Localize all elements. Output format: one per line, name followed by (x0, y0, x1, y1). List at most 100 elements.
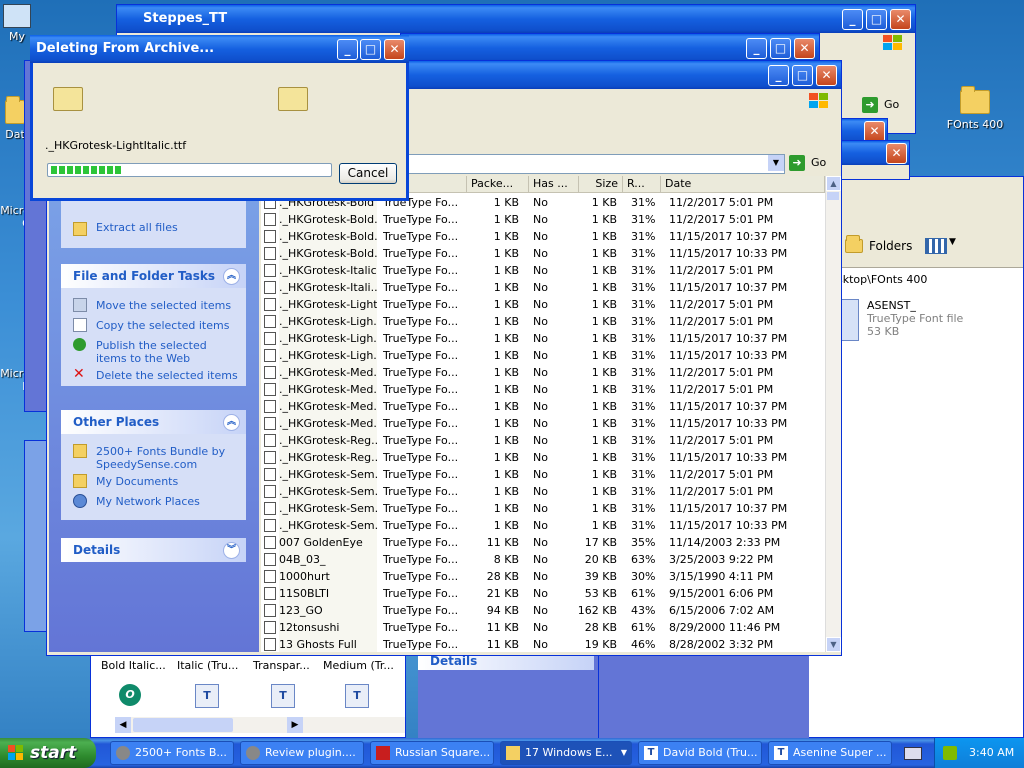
file-folder-tasks-header[interactable]: File and Folder Tasks ︽ (61, 264, 246, 288)
scroll-left-button[interactable]: ◀ (115, 717, 131, 733)
title-bar[interactable]: ✕ (839, 141, 909, 165)
minimize-button[interactable]: _ (337, 39, 358, 60)
table-row[interactable]: ._HKGrotesk-Med... TrueType Fo... 1 KB No 1 … (261, 398, 825, 415)
network-status-icon[interactable] (943, 746, 957, 760)
horizontal-scrollbar[interactable]: ◀ ▶ (115, 717, 405, 733)
table-row[interactable]: ._HKGrotesk-Sem... TrueType Fo... 1 KB No 1 … (261, 500, 825, 517)
column-ratio[interactable]: R... (623, 176, 661, 192)
table-row[interactable]: ._HKGrotesk-Light TrueType Fo... 1 KB No 1 K… (261, 296, 825, 313)
table-row[interactable]: 123_GO TrueType Fo... 94 KB No 162 KB 43% 6/15… (261, 602, 825, 619)
close-button[interactable]: ✕ (384, 39, 405, 60)
packed-size: 11 KB (486, 536, 519, 549)
table-row[interactable]: ._HKGrotesk-Reg... TrueType Fo... 1 KB No 1 … (261, 432, 825, 449)
table-row[interactable]: ._HKGrotesk-Bold... TrueType Fo... 1 KB No 1… (261, 245, 825, 262)
cancel-button[interactable]: Cancel (339, 163, 397, 184)
font-item-0[interactable]: Bold Italic... O (101, 659, 171, 706)
table-row[interactable]: ._HKGrotesk-Bold... TrueType Fo... 1 KB No 1… (261, 211, 825, 228)
table-row[interactable]: 11S0BLTI TrueType Fo... 21 KB No 53 KB 61% 9/1… (261, 585, 825, 602)
close-button[interactable]: ✕ (890, 9, 911, 30)
file-type: TrueType Fo... (383, 247, 459, 260)
address-dropdown-button[interactable]: ▼ (768, 155, 784, 171)
minimize-button[interactable]: _ (842, 9, 863, 30)
table-row[interactable]: ._HKGrotesk-Sem... TrueType Fo... 1 KB No 1 … (261, 466, 825, 483)
table-row[interactable]: 007 GoldenEye TrueType Fo... 11 KB No 17 KB 3… (261, 534, 825, 551)
file-date: 6/15/2006 7:02 AM (669, 604, 775, 617)
column-has-password[interactable]: Has ... (529, 176, 579, 192)
column-packed[interactable]: Packe... (467, 176, 529, 192)
font-item-3[interactable]: Medium (Tr... T (323, 659, 403, 708)
collapse-icon[interactable]: ︽ (223, 414, 240, 431)
collapse-icon[interactable]: ︽ (223, 268, 240, 285)
file-item-asenst[interactable]: ASENST_ TrueType Font file 53 KB (839, 295, 1019, 345)
has-password: No (533, 196, 548, 209)
go-button-back[interactable]: ➜ Go (862, 96, 906, 114)
vertical-scrollbar[interactable]: ▲ ▼ (825, 176, 841, 652)
title-bar[interactable]: Steppes_TT _ □ ✕ (117, 5, 915, 33)
table-row[interactable]: 1000hurt TrueType Fo... 28 KB No 39 KB 30% 3/1… (261, 568, 825, 585)
table-row[interactable]: ._HKGrotesk-Italic TrueType Fo... 1 KB No 1 … (261, 262, 825, 279)
clock[interactable]: 3:40 AM (969, 746, 1014, 759)
network-icon (73, 494, 87, 508)
details-header[interactable]: Details ︾ (61, 538, 246, 562)
other-places-header[interactable]: Other Places ︽ (61, 410, 246, 434)
start-button[interactable]: start (0, 738, 96, 768)
table-row[interactable]: ._HKGrotesk-Ligh... TrueType Fo... 1 KB No 1… (261, 313, 825, 330)
table-row[interactable]: ._HKGrotesk-Ligh... TrueType Fo... 1 KB No 1… (261, 347, 825, 364)
has-password: No (533, 536, 548, 549)
close-button[interactable]: ✕ (816, 65, 837, 86)
table-row[interactable]: 12tonsushi TrueType Fo... 11 KB No 28 KB 61% 8… (261, 619, 825, 636)
close-button[interactable]: ✕ (794, 38, 815, 59)
scroll-up-button[interactable]: ▲ (826, 176, 841, 191)
desktop-icon-fonts-400[interactable]: FOnts 400 (940, 86, 1010, 131)
table-row[interactable]: ._HKGrotesk-Bold... TrueType Fo... 1 KB No 1… (261, 228, 825, 245)
destination-folder-icon (278, 87, 308, 111)
close-button[interactable]: ✕ (864, 121, 885, 142)
title-bar[interactable]: _ □ ✕ (401, 34, 819, 62)
table-row[interactable]: ._HKGrotesk-Sem... TrueType Fo... 1 KB No 1 … (261, 483, 825, 500)
table-row[interactable]: ._HKGrotesk-Sem... TrueType Fo... 1 KB No 1 … (261, 517, 825, 534)
table-row[interactable]: ._HKGrotesk-Ligh... TrueType Fo... 1 KB No 1… (261, 330, 825, 347)
keyboard-icon[interactable] (904, 747, 922, 760)
taskbar-item-fonts-bundle[interactable]: 2500+ Fonts B... (110, 741, 234, 765)
views-button[interactable]: ▼ (923, 235, 957, 257)
table-row[interactable]: 13 Ghosts Full TrueType Fo... 11 KB No 19 KB… (261, 636, 825, 652)
folders-button[interactable]: Folders (843, 235, 913, 257)
table-row[interactable]: ._HKGrotesk-Med... TrueType Fo... 1 KB No 1 … (261, 415, 825, 432)
taskbar-item-windows-explorer[interactable]: 17 Windows E... ▼ (500, 741, 632, 765)
dialog-title-bar[interactable]: Deleting From Archive... _ □ ✕ (30, 35, 409, 63)
table-row[interactable]: ._HKGrotesk-Med... TrueType Fo... 1 KB No 1 … (261, 364, 825, 381)
font-icon: T (271, 684, 295, 708)
window-explorer-4[interactable]: ✕ (838, 140, 910, 180)
progress-segment (83, 166, 89, 174)
scroll-thumb[interactable] (827, 192, 839, 200)
scroll-down-button[interactable]: ▼ (826, 637, 841, 652)
minimize-button[interactable]: _ (768, 65, 789, 86)
maximize-button[interactable]: □ (792, 65, 813, 86)
maximize-button[interactable]: □ (770, 38, 791, 59)
deleting-dialog[interactable]: Deleting From Archive... _ □ ✕ ._HKGrote… (30, 35, 409, 201)
go-button[interactable]: ➜ Go (789, 154, 833, 172)
minimize-button[interactable]: _ (746, 38, 767, 59)
scroll-right-button[interactable]: ▶ (287, 717, 303, 733)
close-button[interactable]: ✕ (886, 143, 907, 164)
table-row[interactable]: ._HKGrotesk-Itali... TrueType Fo... 1 KB No… (261, 279, 825, 296)
window-font-preview[interactable]: Bold Italic... O Italic (Tru... T Transp… (90, 650, 406, 738)
font-item-2[interactable]: Transpar... T (253, 659, 323, 708)
scroll-thumb[interactable] (133, 718, 233, 732)
taskbar-item-review-plugin[interactable]: Review plugin.... (240, 741, 364, 765)
column-date[interactable]: Date (661, 176, 825, 192)
column-size[interactable]: Size (579, 176, 623, 192)
table-row[interactable]: ._HKGrotesk-Med... TrueType Fo... 1 KB No 1 … (261, 381, 825, 398)
expand-icon[interactable]: ︾ (223, 542, 240, 559)
table-row[interactable]: 04B_03_ TrueType Fo... 8 KB No 20 KB 63% 3/25/… (261, 551, 825, 568)
font-item-1[interactable]: Italic (Tru... T (177, 659, 247, 708)
taskbar-item-russian-square[interactable]: Russian Square... (370, 741, 494, 765)
file-list[interactable]: Packe... Has ... Size R... Date ._HKGrot… (261, 176, 825, 652)
maximize-button[interactable]: □ (360, 39, 381, 60)
details-panel-bottom[interactable]: Details (418, 652, 598, 738)
table-row[interactable]: ._HKGrotesk-Reg... TrueType Fo... 1 KB No 1 … (261, 449, 825, 466)
maximize-button[interactable]: □ (866, 9, 887, 30)
taskbar-item-asenine[interactable]: T Asenine Super ... (768, 741, 892, 765)
file-type: TrueType Fo... (383, 434, 459, 447)
taskbar-item-david-bold[interactable]: T David Bold (Tru... (638, 741, 762, 765)
